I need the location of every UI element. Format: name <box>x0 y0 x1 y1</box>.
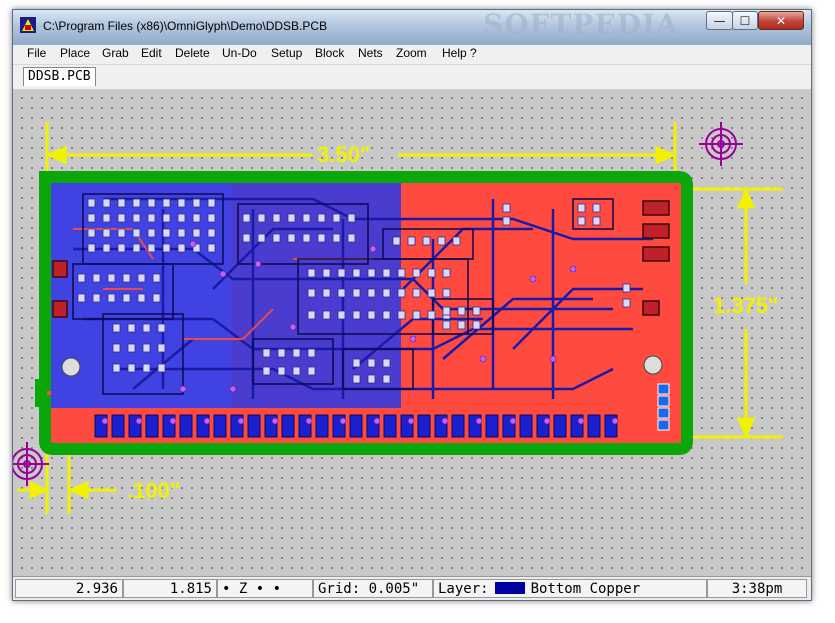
minimize-button[interactable]: — <box>706 11 733 30</box>
app-window: SOFTPEDIA C:\Program Files (x86)\OmniGly… <box>12 9 812 601</box>
menu-bar: File Place Grab Edit Delete Un-Do Setup … <box>13 45 811 64</box>
title-watermark: SOFTPEDIA <box>483 9 679 41</box>
status-grid: Grid: 0.005" <box>313 579 433 598</box>
menu-nets[interactable]: Nets <box>358 46 383 60</box>
height-dimension-label: 1.375" <box>713 293 779 318</box>
document-tab-bar: DDSB.PCB <box>13 64 811 89</box>
menu-block[interactable]: Block <box>315 46 344 60</box>
status-x-coord: 2.936 <box>15 579 123 598</box>
menu-edit[interactable]: Edit <box>141 46 162 60</box>
layer-label: Layer: <box>438 581 489 597</box>
menu-undo[interactable]: Un-Do <box>222 46 257 60</box>
pcb-canvas[interactable]: 3.50" 1.375" .100" <box>13 89 811 576</box>
mounting-hole-right <box>643 355 663 375</box>
tab-ddsb-pcb[interactable]: DDSB.PCB <box>23 67 96 86</box>
mounting-hole-left <box>61 357 81 377</box>
width-dimension-label: 3.50" <box>317 142 371 167</box>
maximize-icon: ☐ <box>739 13 751 28</box>
status-time: 3:38pm <box>707 579 807 598</box>
status-mode: • Z • • <box>217 579 313 598</box>
menu-help[interactable]: Help ? <box>442 46 477 60</box>
menu-grab[interactable]: Grab <box>102 46 129 60</box>
window-title: C:\Program Files (x86)\OmniGlyph\Demo\DD… <box>43 19 328 33</box>
status-bar: 2.936 1.815 • Z • • Grid: 0.005" Layer: B… <box>13 576 811 600</box>
maximize-button[interactable]: ☐ <box>732 11 758 30</box>
fiducial-target-top-right <box>699 122 743 166</box>
offset-dimension-label: .100" <box>127 478 181 503</box>
layer-color-swatch <box>494 582 525 594</box>
menu-setup[interactable]: Setup <box>271 46 302 60</box>
close-button[interactable]: ✕ <box>758 11 804 30</box>
status-layer: Layer: Bottom Copper <box>433 579 707 598</box>
status-y-coord: 1.815 <box>123 579 217 598</box>
menu-place[interactable]: Place <box>60 46 90 60</box>
app-icon <box>20 17 36 33</box>
title-bar[interactable]: SOFTPEDIA C:\Program Files (x86)\OmniGly… <box>13 10 811 45</box>
layer-name: Bottom Copper <box>530 581 641 597</box>
menu-delete[interactable]: Delete <box>175 46 210 60</box>
menu-file[interactable]: File <box>27 46 46 60</box>
close-icon: ✕ <box>775 13 787 28</box>
minimize-icon: — <box>713 13 726 28</box>
menu-zoom[interactable]: Zoom <box>396 46 427 60</box>
